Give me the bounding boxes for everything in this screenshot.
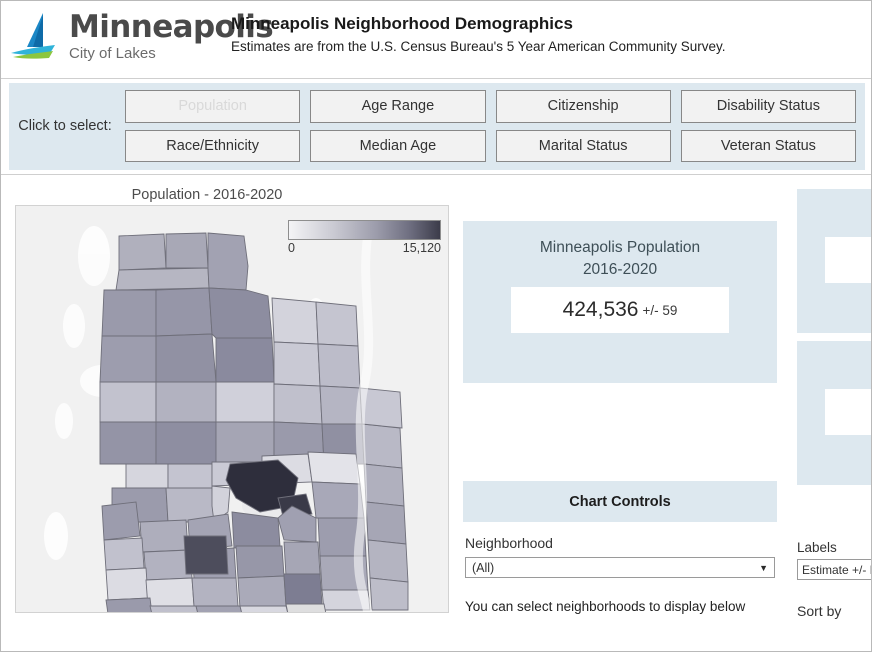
sort-by-label: Sort by	[797, 603, 842, 619]
population-card-title: Minneapolis Population 2016-2020	[463, 221, 777, 281]
app-window: Minneapolis City of Lakes Minneapolis Ne…	[0, 0, 872, 652]
population-margin-of-error: +/- 59	[642, 302, 678, 318]
chart-controls-header: Chart Controls	[463, 481, 777, 522]
legend-gradient-bar	[288, 220, 441, 240]
side-summary-card-1	[797, 189, 871, 333]
category-selector-bar: Click to select: Population Age Range Ci…	[1, 79, 871, 175]
category-button-grid: Population Age Range Citizenship Disabil…	[121, 83, 865, 170]
map-column: Population - 2016-2020 0 15,120	[1, 175, 453, 651]
side-summary-card-2	[797, 341, 871, 485]
neighborhood-label: Neighborhood	[465, 535, 553, 551]
click-to-select-text: Click to select:	[18, 118, 112, 134]
page-subtitle: Estimates are from the U.S. Census Burea…	[231, 39, 726, 54]
map-title: Population - 2016-2020	[131, 187, 283, 203]
side-summary-card-1-value-box	[825, 237, 871, 283]
labels-select[interactable]: Estimate +/- M	[797, 559, 872, 580]
page-title: Minneapolis Neighborhood Demographics	[231, 14, 573, 33]
legend-max-label: 15,120	[402, 241, 441, 255]
center-column: Minneapolis Population 2016-2020 424,536…	[463, 175, 777, 651]
side-summary-card-2-value-box	[825, 389, 871, 435]
dashboard-body: Population - 2016-2020 0 15,120 Minneapo…	[1, 175, 871, 651]
category-button-race-ethnicity[interactable]: Race/Ethnicity	[125, 129, 301, 162]
title-block: Minneapolis Neighborhood Demographics Es…	[219, 1, 726, 57]
chevron-down-icon: ▼	[759, 562, 768, 573]
choropleth-map[interactable]: 0 15,120	[15, 205, 449, 613]
population-summary-card: Minneapolis Population 2016-2020 424,536…	[463, 221, 777, 383]
category-button-veteran-status[interactable]: Veteran Status	[680, 129, 856, 162]
map-svg	[16, 206, 448, 612]
right-column: Labels Estimate +/- M Sort by	[789, 175, 872, 651]
category-button-citizenship[interactable]: Citizenship	[495, 90, 671, 123]
legend-min-label: 0	[288, 241, 295, 255]
category-button-age-range[interactable]: Age Range	[310, 90, 486, 123]
population-card-title-line1: Minneapolis Population	[539, 239, 701, 256]
city-logo: Minneapolis City of Lakes	[1, 1, 274, 65]
neighborhood-select[interactable]: (All) ▼	[465, 557, 775, 578]
labels-select-value: Estimate +/- M	[802, 562, 872, 577]
sailboat-logo-icon	[11, 13, 55, 59]
neighborhood-select-value: (All)	[472, 560, 495, 575]
population-estimate: 424,536	[562, 298, 639, 321]
population-card-title-line2: 2016-2020	[582, 261, 658, 278]
click-to-select-label: Click to select:	[9, 83, 121, 170]
app-header: Minneapolis City of Lakes Minneapolis Ne…	[1, 1, 871, 79]
labels-label: Labels	[797, 540, 837, 555]
category-button-median-age[interactable]: Median Age	[310, 129, 486, 162]
neighborhood-hint-text: You can select neighborhoods to display …	[465, 599, 746, 614]
category-button-disability-status[interactable]: Disability Status	[680, 90, 856, 123]
map-legend: 0 15,120	[288, 220, 441, 255]
category-button-marital-status[interactable]: Marital Status	[495, 129, 671, 162]
category-button-population[interactable]: Population	[125, 90, 301, 123]
population-value-box: 424,536 +/- 59	[511, 287, 729, 333]
